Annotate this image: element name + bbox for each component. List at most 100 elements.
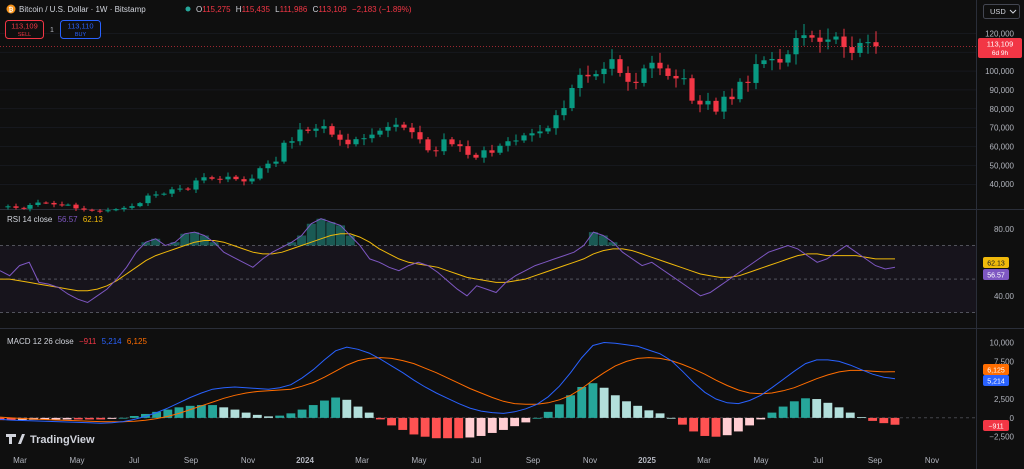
- macd-histogram-bar: [241, 412, 251, 418]
- candle-body: [481, 150, 487, 158]
- macd-histogram-bar: [73, 417, 83, 420]
- candle-body: [241, 179, 247, 182]
- candle-body: [505, 141, 511, 146]
- macd-histogram-bar: [252, 414, 262, 418]
- candle-body: [633, 81, 639, 83]
- macd-histogram-bar: [129, 415, 139, 418]
- macd-histogram-bar: [633, 405, 643, 418]
- spread-value: 1: [50, 27, 54, 34]
- candle-body: [673, 75, 679, 79]
- rsi-tick-label: 40.00: [994, 292, 1015, 301]
- macd-histogram-bar: [454, 417, 464, 439]
- price-tick-label: 120,000: [985, 29, 1014, 38]
- price-tick-label: 100,000: [985, 67, 1014, 76]
- candle-body: [705, 100, 711, 105]
- macd-histogram-bar: [297, 409, 307, 418]
- candle-body: [65, 204, 71, 206]
- candle-body: [513, 140, 519, 142]
- candle-body: [641, 68, 647, 83]
- candle-body: [369, 134, 375, 139]
- macd-histogram-bar: [689, 417, 699, 432]
- macd-histogram-bar: [219, 407, 229, 418]
- time-tick-label: 2025: [638, 456, 656, 465]
- candle-body: [13, 206, 19, 208]
- candle-body: [105, 210, 111, 212]
- macd-histogram-bar: [465, 417, 475, 438]
- rsi-ma-tag: 62.13: [983, 257, 1009, 268]
- macd-histogram-bar: [666, 417, 676, 419]
- macd-histogram-bar: [118, 417, 128, 419]
- macd-histogram-bar: [476, 417, 486, 436]
- macd-histogram-bar: [644, 410, 654, 418]
- brand-name: TradingView: [30, 434, 95, 446]
- price-tick-label: 50,000: [990, 161, 1015, 170]
- ohlc-readout: O115,275 H115,435 L111,986 C113,109 −2,1…: [196, 5, 412, 14]
- candle-body: [35, 202, 41, 205]
- candle-body: [51, 202, 57, 205]
- macd-value-tag-text: 5,214: [987, 379, 1005, 386]
- candle-body: [249, 178, 255, 182]
- time-tick-label: Mar: [355, 456, 369, 465]
- candle-body: [849, 47, 855, 53]
- macd-histogram-bar: [331, 397, 341, 418]
- last-price-tag: 113,109 6d 9h: [978, 38, 1022, 58]
- candle-body: [281, 142, 287, 162]
- macd-histogram-bar: [420, 417, 430, 437]
- buy-label: BUY: [75, 32, 87, 38]
- macd-histogram-bar: [543, 411, 553, 418]
- macd-histogram-bar: [745, 417, 754, 426]
- macd-tick-label: −2,500: [989, 433, 1014, 442]
- candle-body: [753, 64, 759, 83]
- candle-body: [137, 203, 143, 207]
- price-tick-label: 90,000: [990, 86, 1015, 95]
- macd-value-tag: 5,214: [983, 375, 1009, 386]
- macd-histogram-bar: [353, 406, 363, 418]
- buy-price: 113,110: [68, 22, 94, 31]
- chart-canvas[interactable]: 120,000 1 10,000 100,000 90,000 80,000 70,000 6…: [0, 0, 1024, 469]
- candle-body: [225, 176, 231, 180]
- candle-body: [497, 145, 503, 153]
- candle-body: [713, 100, 719, 112]
- candle-body: [569, 88, 575, 109]
- candle-body: [625, 72, 631, 82]
- candle-body: [833, 36, 839, 40]
- macd-histogram-bar: [342, 399, 352, 418]
- buy-button[interactable]: 113,110 BUY: [60, 20, 101, 39]
- macd-tick-label: 10,000: [990, 339, 1015, 348]
- bar-countdown: 6d 9h: [992, 50, 1009, 57]
- candle-body: [273, 161, 279, 164]
- candle-body: [305, 129, 311, 131]
- candle-body: [153, 194, 159, 196]
- macd-signal-tag-text: 6,125: [987, 368, 1005, 375]
- macd-histogram-bar: [387, 417, 396, 426]
- candle-body: [289, 141, 295, 143]
- macd-histogram-bar: [264, 416, 273, 418]
- candle-body: [817, 37, 823, 42]
- candle-body: [521, 135, 527, 141]
- candle-body: [865, 42, 871, 44]
- macd-histogram-bar: [398, 417, 408, 430]
- candle-body: [377, 130, 383, 135]
- currency-selector[interactable]: USD: [983, 4, 1020, 19]
- price-tick-label: 60,000: [990, 143, 1015, 152]
- macd-histogram-bar: [208, 405, 217, 418]
- symbol-legend[interactable]: ₿ Bitcoin / U.S. Dollar · 1W · Bitstamp …: [6, 4, 412, 15]
- candle-body: [489, 150, 495, 153]
- macd-histogram-bar: [711, 417, 721, 437]
- candle-body: [577, 74, 583, 89]
- candle-body: [801, 35, 807, 39]
- rsi-tick-label: 80.00: [994, 225, 1015, 234]
- candle-body: [657, 62, 663, 69]
- candle-body: [297, 129, 303, 142]
- sell-button[interactable]: 113,109 SELL: [5, 20, 44, 39]
- candle-body: [457, 144, 463, 147]
- candle-body: [177, 188, 183, 190]
- macd-histogram-bar: [812, 399, 822, 418]
- macd-histogram-bar: [96, 417, 106, 420]
- candle-body: [537, 131, 543, 134]
- time-tick-label: Sep: [868, 456, 883, 465]
- candle-body: [201, 177, 207, 181]
- time-tick-label: Nov: [583, 456, 597, 465]
- plot-background: [0, 0, 976, 469]
- candle-body: [449, 139, 455, 145]
